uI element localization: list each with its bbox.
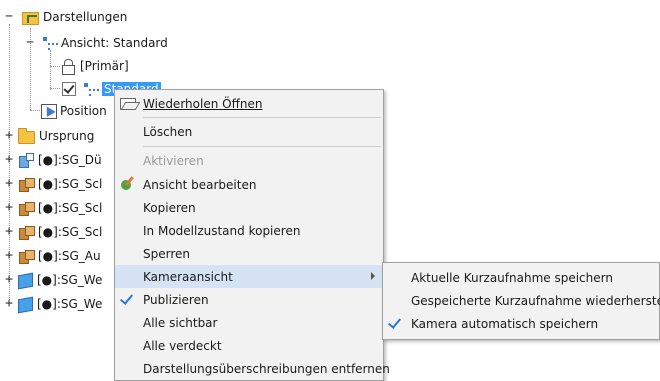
expand-icon[interactable]: + <box>4 297 14 310</box>
lock-icon <box>60 58 76 75</box>
assembly-icon <box>18 200 35 216</box>
edit-view-icon <box>119 176 137 192</box>
assembly-icon <box>18 176 35 192</box>
menu-item-copy[interactable]: Kopieren <box>115 196 383 219</box>
menu-separator <box>143 117 381 118</box>
view-representation-icon <box>41 35 58 51</box>
submenu-item-restore-snapshot[interactable]: Gespeicherte Kurzaufnahme wiederherstell… <box>383 289 660 312</box>
tree-node-label: [●]:SG_Scl <box>38 225 103 239</box>
menu-item-all-visible[interactable]: Alle sichtbar <box>115 311 383 334</box>
tree-node-component[interactable]: + [●]:SG_Scl <box>4 197 102 219</box>
expand-icon[interactable]: + <box>4 129 14 142</box>
expand-icon[interactable]: + <box>4 153 14 166</box>
tree-node-position[interactable]: Position <box>40 100 107 122</box>
open-icon <box>119 95 137 111</box>
tree-node-primary[interactable]: [Primär] <box>60 55 129 77</box>
expand-icon[interactable]: + <box>4 177 14 190</box>
menu-item-edit-view[interactable]: Ansicht bearbeiten <box>115 173 383 196</box>
tree-node-label: [●]:SG_Scl <box>38 201 103 215</box>
tree-node-label: Ansicht: Standard <box>61 36 168 50</box>
tree-node-component[interactable]: + [●]:SG_Scl <box>4 173 102 195</box>
tree-node-component[interactable]: + [●]:SG_Scl <box>4 221 102 243</box>
tree-node-label: [●]:SG_We <box>37 297 103 311</box>
menu-item-publish[interactable]: Publizieren <box>115 288 383 311</box>
checkbox-icon[interactable] <box>62 82 76 96</box>
view-representation-icon <box>82 81 99 97</box>
representations-folder-icon <box>22 12 39 25</box>
folder-icon <box>18 128 35 144</box>
menu-item-copy-to-model-state[interactable]: In Modellzustand kopieren <box>115 219 383 242</box>
tree-node-component[interactable]: + [●]:SG_We <box>4 293 102 315</box>
collapse-icon[interactable]: − <box>25 36 35 49</box>
tree-node-representations[interactable]: − Darstellungen <box>4 6 127 28</box>
menu-item-lock[interactable]: Sperren <box>115 242 383 265</box>
position-representation-icon <box>40 103 57 119</box>
assembly-icon <box>18 248 35 264</box>
expand-icon[interactable]: + <box>4 201 14 214</box>
camera-view-submenu: Aktuelle Kurzaufnahme speichern Gespeich… <box>382 262 660 340</box>
tree-node-label: [●]:SG_Au <box>38 249 101 263</box>
menu-item-camera-view[interactable]: Kameraansicht <box>115 265 383 288</box>
tree-node-component[interactable]: + [●]:SG_Au <box>4 245 101 267</box>
menu-item-activate[interactable]: Aktivieren <box>115 149 383 172</box>
tree-node-label: [●]:SG_We <box>37 273 103 287</box>
menu-item-repeat-open[interactable]: Wiederholen Öffnen <box>115 92 383 115</box>
assembly-icon <box>18 224 35 240</box>
expand-icon[interactable]: + <box>4 249 14 262</box>
submenu-item-save-snapshot[interactable]: Aktuelle Kurzaufnahme speichern <box>383 266 659 289</box>
menu-item-remove-overrides[interactable]: Darstellungsüberschreibungen entfernen <box>115 357 390 380</box>
tree-node-label: [Primär] <box>80 59 129 73</box>
menu-item-all-hidden[interactable]: Alle verdeckt <box>115 334 383 357</box>
checkmark-icon <box>119 291 134 305</box>
tree-node-component[interactable]: + [●]:SG_We <box>4 269 102 291</box>
expand-icon[interactable]: + <box>4 273 14 286</box>
context-menu: Wiederholen Öffnen Löschen Aktivieren An… <box>114 89 390 381</box>
submenu-arrow-icon <box>371 272 375 280</box>
expand-icon[interactable]: + <box>4 225 14 238</box>
submenu-item-auto-save-camera[interactable]: Kamera automatisch speichern <box>383 312 659 335</box>
menu-item-delete[interactable]: Löschen <box>115 120 383 143</box>
tree-node-label: Position <box>60 104 107 118</box>
menu-separator <box>143 146 381 147</box>
subassembly-icon <box>18 152 34 168</box>
tree-node-origin[interactable]: + Ursprung <box>4 125 94 147</box>
checkmark-icon <box>387 315 402 329</box>
tree-node-view[interactable]: − Ansicht: Standard <box>25 32 168 54</box>
tree-node-label: Darstellungen <box>43 10 128 24</box>
tree-node-label: Ursprung <box>39 129 95 143</box>
tree-node-label: [●]:SG_Scl <box>38 177 103 191</box>
tree-node-component[interactable]: + [●]:SG_Dü <box>4 149 102 171</box>
part-icon <box>18 272 33 290</box>
tree-node-label: [●]:SG_Dü <box>38 153 102 167</box>
part-icon <box>18 296 33 314</box>
collapse-icon[interactable]: − <box>4 10 14 23</box>
